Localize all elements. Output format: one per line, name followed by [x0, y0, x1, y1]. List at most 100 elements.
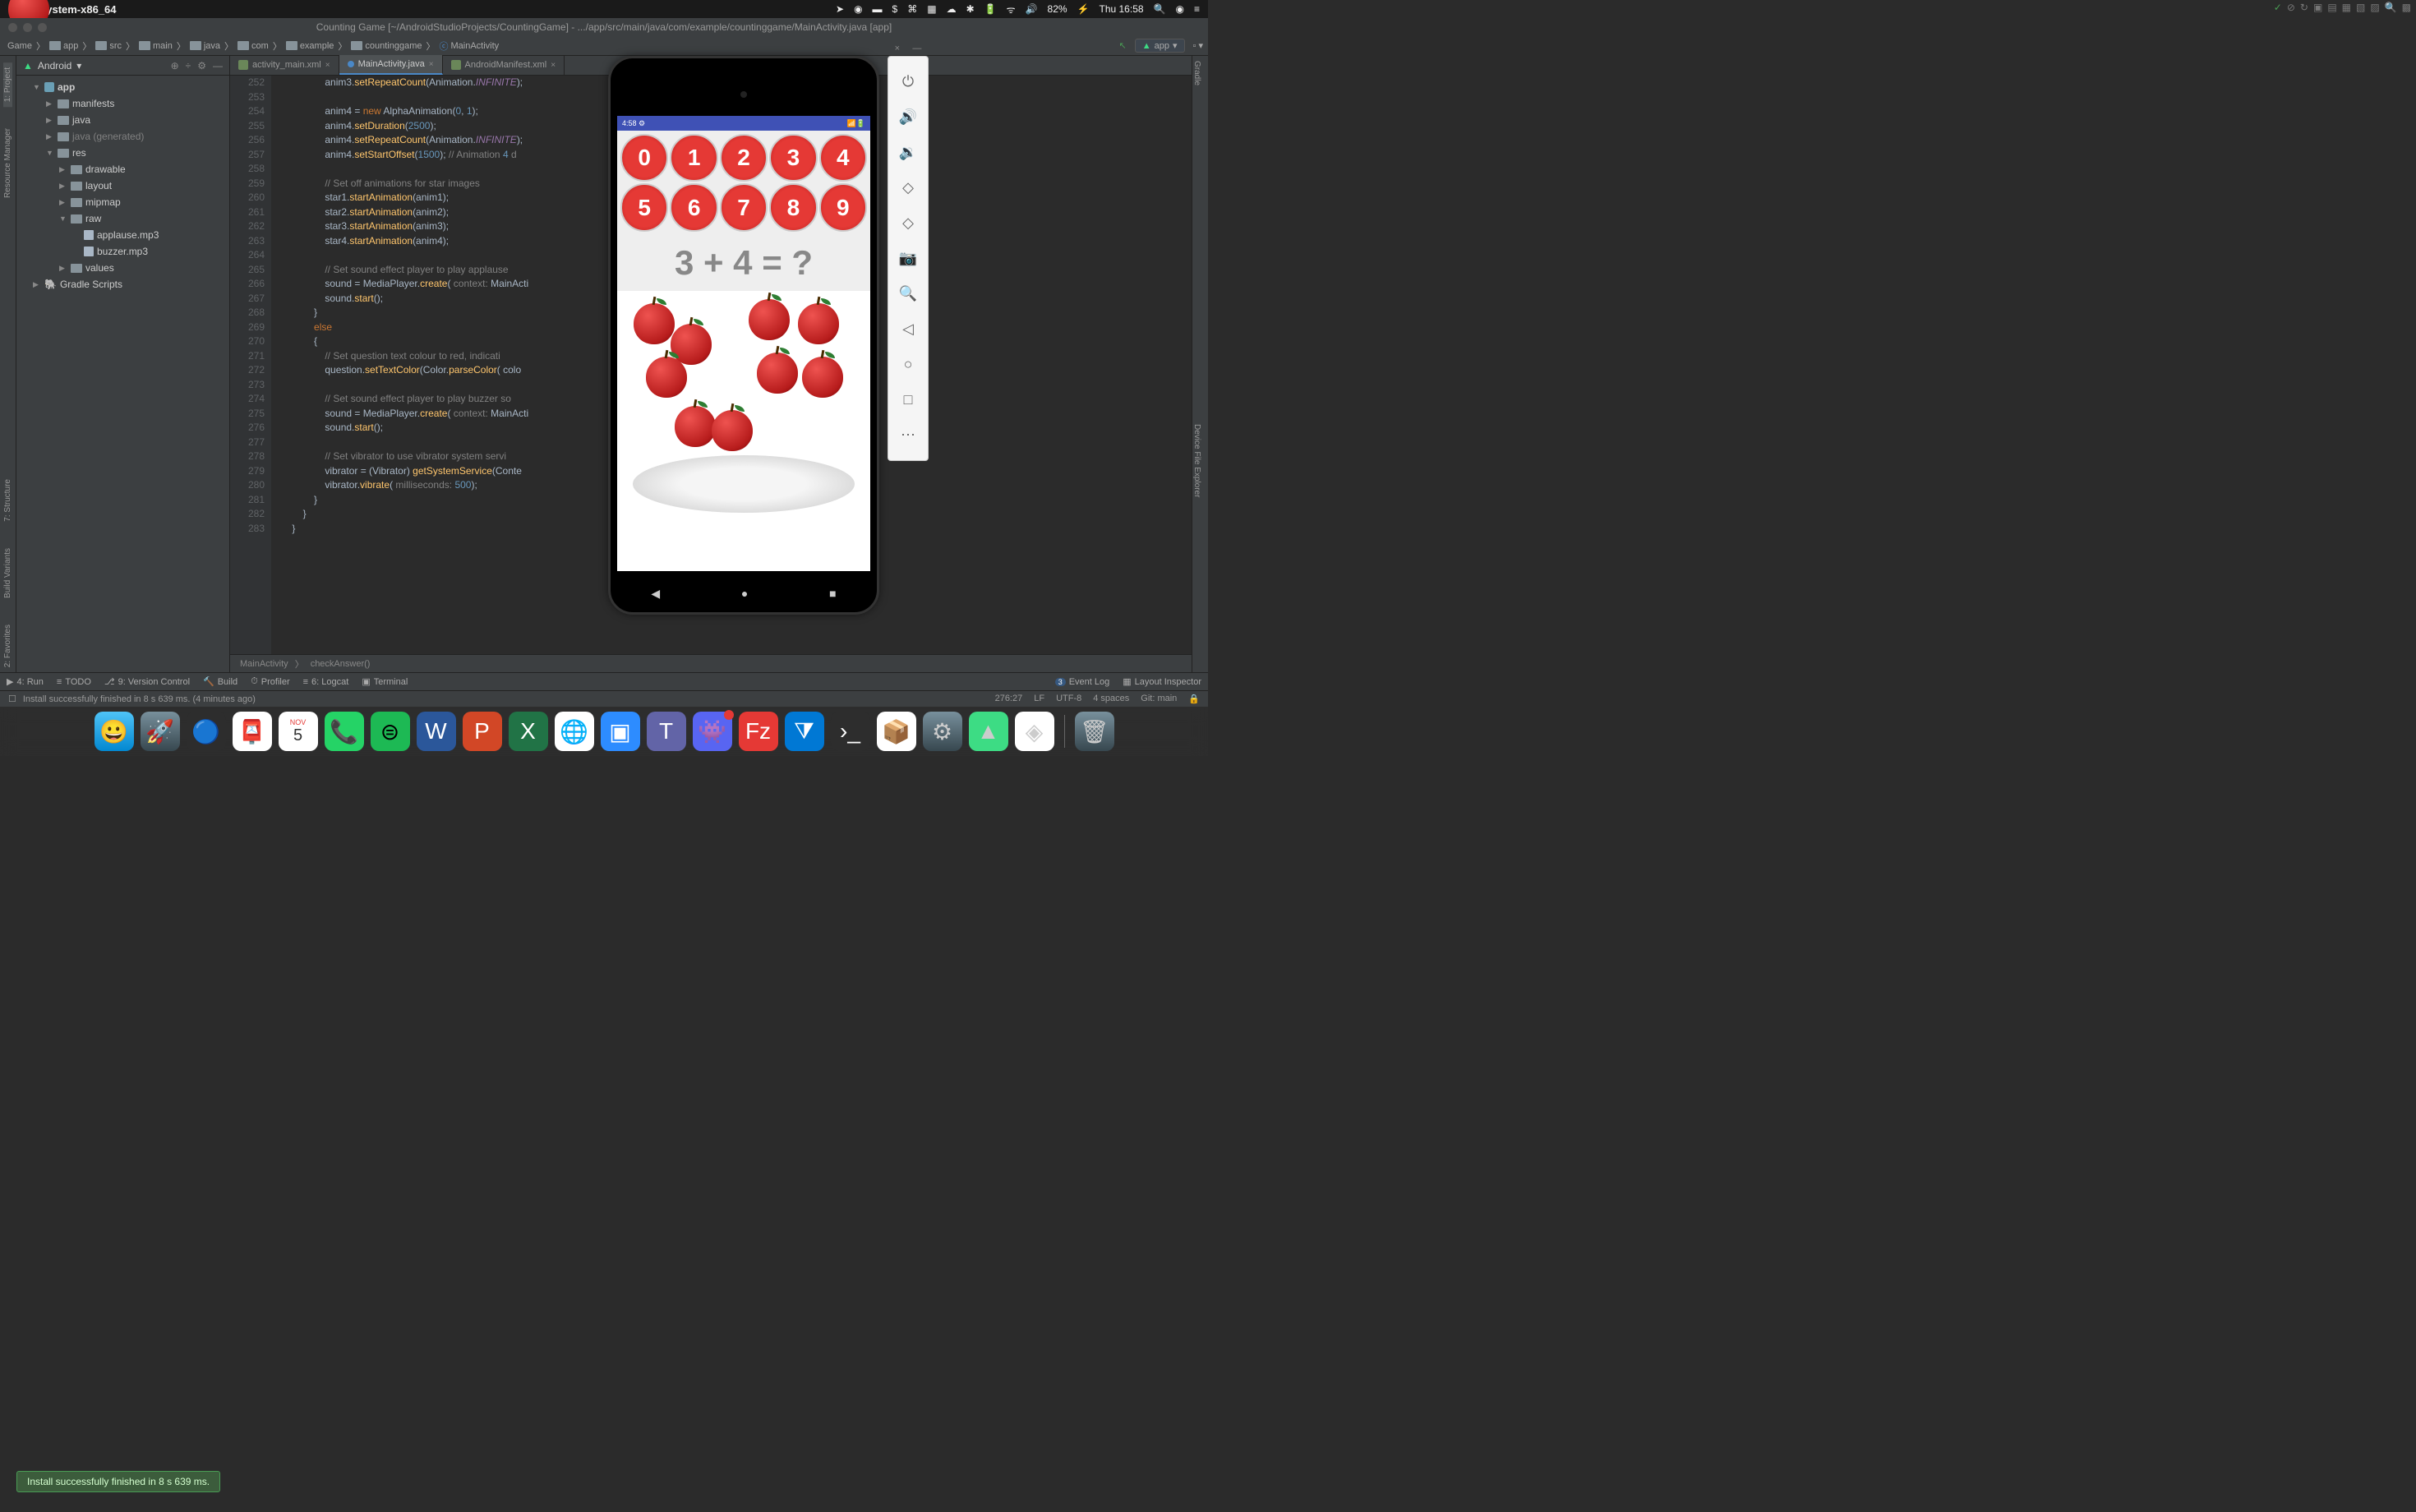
run-icon[interactable]: ✓ [2274, 2, 2282, 13]
sdk-icon[interactable]: ▨ [2370, 2, 2379, 13]
dock-whatsapp[interactable]: 📞 [325, 712, 364, 751]
dock-excel[interactable]: X [509, 712, 548, 751]
dock-chrome[interactable]: 🌐 [555, 712, 594, 751]
dock-virtualbox[interactable]: 📦 [877, 712, 916, 751]
dollar-icon[interactable]: $ [892, 3, 898, 15]
siri-menu-icon[interactable]: ◉ [1176, 3, 1184, 15]
tab-build-variants[interactable]: Build Variants [3, 543, 12, 603]
tab-todo[interactable]: ≡ TODO [57, 677, 91, 687]
tree-folder[interactable]: ▶values [16, 260, 229, 276]
tab-resource-manager[interactable]: Resource Manager [3, 123, 12, 203]
more-icon[interactable]: ⋯ [901, 426, 915, 444]
breadcrumb-method[interactable]: checkAnswer() [311, 659, 371, 669]
dock-trash[interactable]: 🗑 [1075, 712, 1114, 751]
close-icon[interactable]: × [551, 61, 556, 70]
tab-profiler[interactable]: ⏱ Profiler [251, 676, 289, 687]
breadcrumb-class[interactable]: MainActivity [240, 659, 288, 669]
back-icon[interactable]: ◀ [651, 587, 660, 601]
attach-icon[interactable]: ▣ [2313, 2, 2322, 13]
number-button-7[interactable]: 7 [720, 183, 768, 231]
volume-down-icon[interactable]: 🔉 [899, 144, 917, 161]
clock[interactable]: Thu 16:58 [1100, 3, 1144, 15]
dock-calendar[interactable]: NOV5 [279, 712, 318, 751]
dock-launchpad[interactable]: 🚀 [141, 712, 180, 751]
menu-icon[interactable]: ▦ [927, 3, 936, 15]
dock-siri[interactable]: 🔵 [187, 712, 226, 751]
tree-gradle[interactable]: ▶🐘Gradle Scripts [16, 276, 229, 293]
dock-teams[interactable]: T [647, 712, 686, 751]
tab-vcs[interactable]: ⎇ 9: Version Control [104, 676, 190, 687]
user-icon[interactable]: ▩ [2402, 2, 2411, 13]
tree-folder[interactable]: ▶layout [16, 177, 229, 194]
minimize-icon[interactable] [23, 23, 32, 32]
dock-terminal[interactable]: ›_ [831, 712, 870, 751]
tab-event-log[interactable]: 3 Event Log [1055, 676, 1110, 687]
spotlight-icon[interactable]: 🔍 [1154, 3, 1166, 15]
tab-device-explorer[interactable]: Device File Explorer [1192, 419, 1201, 502]
line-separator[interactable]: LF [1034, 694, 1044, 704]
close-icon[interactable]: × [429, 60, 434, 69]
number-button-9[interactable]: 9 [819, 183, 867, 231]
number-button-8[interactable]: 8 [769, 183, 817, 231]
zoom-icon[interactable]: 🔍 [899, 285, 917, 302]
rotate-right-icon[interactable]: ◇ [902, 214, 914, 232]
git-branch[interactable]: Git: main [1141, 694, 1177, 704]
dock-vscode[interactable]: ⧩ [785, 712, 824, 751]
cursor-position[interactable]: 276:27 [995, 694, 1023, 704]
location-icon[interactable]: ➤ [836, 3, 844, 15]
tab-run[interactable]: ▶ 4: Run [7, 676, 44, 687]
avd-icon[interactable]: ▤ [2327, 2, 2336, 13]
number-button-4[interactable]: 4 [819, 134, 867, 182]
tree-folder[interactable]: ▶java (generated) [16, 128, 229, 145]
dock-android-studio[interactable]: ▲ [969, 712, 1008, 751]
indent[interactable]: 4 spaces [1093, 694, 1129, 704]
tab-build[interactable]: 🔨 Build [203, 676, 237, 687]
volume-icon[interactable]: 🔊 [1026, 3, 1038, 15]
tree-folder[interactable]: ▶manifests [16, 95, 229, 112]
screenshot-icon[interactable]: 📷 [899, 250, 917, 267]
number-button-2[interactable]: 2 [720, 134, 768, 182]
dock-word[interactable]: W [417, 712, 456, 751]
dock-filezilla[interactable]: Fz [739, 712, 778, 751]
tree-folder[interactable]: ▶mipmap [16, 194, 229, 210]
back-nav-icon[interactable]: ↖ [1119, 40, 1127, 51]
recents-icon[interactable]: ■ [829, 587, 836, 601]
collapse-icon[interactable]: ÷ [186, 60, 191, 71]
emulator-screen[interactable]: 4:58 ⚙📶🔋 0 1 2 3 4 5 6 7 8 9 3 + 4 = ? [617, 116, 870, 571]
tree-file[interactable]: applause.mp3 [16, 227, 229, 243]
volume-up-icon[interactable]: 🔊 [899, 108, 917, 126]
emulator-close-icon[interactable]: × [895, 44, 900, 53]
tab-gradle[interactable]: Gradle [1192, 56, 1201, 90]
menu-icon[interactable]: ≡ [1194, 3, 1200, 15]
emulator-minimize-icon[interactable]: — [912, 44, 921, 53]
debug-icon[interactable]: ▦ [2342, 2, 2351, 13]
tab-project[interactable]: 1: Project [3, 62, 12, 107]
dock-spotify[interactable]: ⊜ [371, 712, 410, 751]
bluetooth-icon[interactable]: ✱ [966, 3, 975, 15]
home-emulator-icon[interactable]: ○ [904, 356, 913, 373]
dock-finder[interactable]: 😀 [95, 712, 134, 751]
tree-module[interactable]: ▼app [16, 79, 229, 95]
rotate-left-icon[interactable]: ◇ [902, 179, 914, 196]
number-button-0[interactable]: 0 [620, 134, 668, 182]
dock-scrcpy[interactable]: ◈ [1015, 712, 1054, 751]
traffic-lights[interactable] [8, 23, 47, 32]
number-button-3[interactable]: 3 [769, 134, 817, 182]
dock-mail[interactable]: 📮 [233, 712, 272, 751]
tab-terminal[interactable]: ▣ Terminal [362, 676, 408, 687]
dock-discord[interactable]: 👾 [693, 712, 732, 751]
dock-powerpoint[interactable]: P [463, 712, 502, 751]
display-icon[interactable]: ▬ [873, 3, 883, 15]
cloud-icon[interactable]: ☁ [947, 3, 957, 15]
target-icon[interactable]: ⊕ [171, 60, 179, 71]
tab-manifest[interactable]: AndroidManifest.xml× [443, 55, 565, 75]
encoding[interactable]: UTF-8 [1056, 694, 1081, 704]
stop-icon[interactable]: ⊘ [2287, 2, 2295, 13]
close-icon[interactable]: × [325, 61, 330, 70]
tree-folder[interactable]: ▼raw [16, 210, 229, 227]
number-button-1[interactable]: 1 [670, 134, 717, 182]
battery-icon[interactable]: 🔋 [984, 3, 997, 15]
home-icon[interactable]: ● [741, 587, 748, 601]
dock-zoom[interactable]: ▣ [601, 712, 640, 751]
project-view-selector[interactable]: Android [38, 60, 71, 71]
